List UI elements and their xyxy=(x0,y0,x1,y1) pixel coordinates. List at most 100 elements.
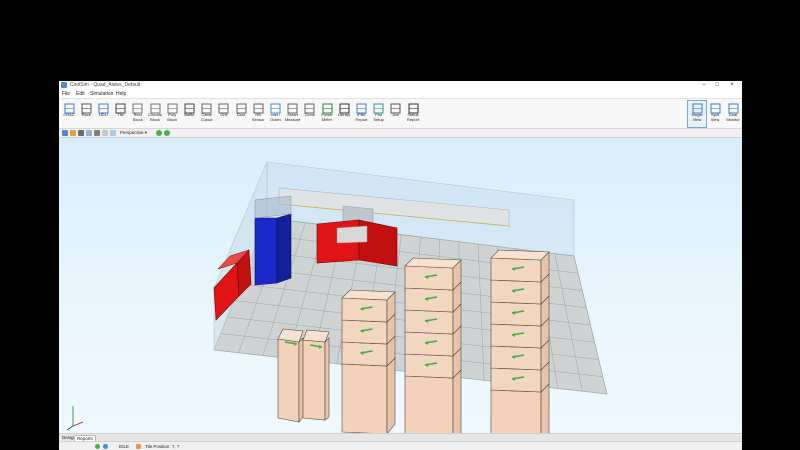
rack-row-4-tier[interactable] xyxy=(490,323,542,349)
toolbar-circular-block-button[interactable]: Circular Block xyxy=(146,101,164,127)
app-window: CoolSim - Quad_Aisles_Default – □ × File… xyxy=(59,81,742,450)
rack-row-3-tier[interactable] xyxy=(404,353,454,379)
menu-help[interactable]: Help xyxy=(116,91,126,97)
zoom-icon[interactable] xyxy=(102,130,108,136)
3d-viewport[interactable] xyxy=(59,138,742,433)
toolbar-plot-setup-button[interactable]: Plot Setup xyxy=(370,101,388,127)
measure-icon xyxy=(287,101,298,114)
toolbar-clone-button[interactable]: Clone xyxy=(301,101,319,127)
maximize-icon[interactable]: □ xyxy=(712,81,722,90)
toolbar-label: HB Sensor xyxy=(251,112,265,122)
open-icon[interactable] xyxy=(70,130,76,136)
ribbon-toolbar: CRAC Rack HDU Tile Rect Block Circular Block P… xyxy=(59,99,742,129)
hdu-duct xyxy=(254,195,292,219)
toolbar-label: Split View xyxy=(710,112,720,122)
toolbar-hdu-button[interactable]: HDU xyxy=(94,101,112,127)
rack-front[interactable] xyxy=(277,338,300,423)
single-view-icon xyxy=(692,101,703,114)
rack-row-2-tier[interactable] xyxy=(341,341,388,367)
rack-row-2-tier[interactable] xyxy=(341,319,388,345)
app-icon xyxy=(61,82,67,88)
view-icon[interactable] xyxy=(86,130,92,136)
rack-row-4-tier[interactable] xyxy=(490,257,542,283)
hdu-unit[interactable] xyxy=(276,213,292,284)
toolbar-label: Dual Monitor xyxy=(726,112,740,122)
rack-row-2-top[interactable] xyxy=(341,289,396,301)
duct-icon xyxy=(236,101,247,114)
hdu-icon xyxy=(98,101,109,114)
rack-row-3-tier[interactable] xyxy=(404,287,454,313)
toolbar-library-button[interactable]: Library xyxy=(335,101,353,127)
toolbar-tile-button[interactable]: Tile xyxy=(112,101,130,127)
toolbar-power-meter-button[interactable]: Power Meter xyxy=(318,101,336,127)
toolbar-rect-block-button[interactable]: Rect Block xyxy=(129,101,147,127)
rack-front[interactable] xyxy=(302,339,326,421)
room-scene[interactable] xyxy=(59,138,742,433)
view-single-view-button[interactable]: Single View xyxy=(687,100,707,128)
toolbar-duct-button[interactable]: Duct xyxy=(232,101,250,127)
library-icon xyxy=(339,101,350,114)
toolbar-label: Power Meter xyxy=(321,112,333,122)
toolbar-inlet-outlet-button[interactable]: Inlet / Outlet xyxy=(266,101,284,127)
toolbar-sensor-button[interactable]: HB Sensor xyxy=(249,101,267,127)
rack-row-4-tier[interactable] xyxy=(490,345,542,371)
rack-row-3-tier[interactable] xyxy=(404,331,454,357)
tile-icon xyxy=(136,444,141,449)
rack-row-3-tier[interactable] xyxy=(404,309,454,335)
report-icon xyxy=(356,101,367,114)
poly-block-icon xyxy=(167,101,178,114)
toolbar-label: CRAC xyxy=(63,112,75,117)
rack-row-3-front[interactable] xyxy=(404,375,454,433)
close-icon[interactable]: × xyxy=(727,81,737,90)
rack-row-4-front[interactable] xyxy=(490,389,542,433)
rack-row-4-top[interactable] xyxy=(490,249,550,261)
grill-icon xyxy=(218,101,229,114)
view-dual-monitor-button[interactable]: Dual Monitor xyxy=(724,101,742,127)
rack-row-4-tier[interactable] xyxy=(490,279,542,305)
toolbar-label: Inlet / Outlet xyxy=(270,112,281,122)
power-meter-icon xyxy=(322,101,333,114)
toolbar-grill-button[interactable]: Grill xyxy=(215,101,233,127)
rack-row-3-tier[interactable] xyxy=(404,265,454,291)
menu-edit[interactable]: Edit xyxy=(76,91,85,97)
cable-cutout-icon xyxy=(201,101,212,114)
toolbar-label: IPBE Report xyxy=(355,112,368,122)
toolbar-rack-button[interactable]: Rack xyxy=(77,101,95,127)
new-icon[interactable] xyxy=(62,130,68,136)
save-icon[interactable] xyxy=(78,130,84,136)
toolbar-poly-block-button[interactable]: Poly Block xyxy=(163,101,181,127)
rotate-right-icon[interactable] xyxy=(164,130,170,136)
rack-top[interactable] xyxy=(302,329,330,343)
title-bar: CoolSim - Quad_Aisles_Default – □ × xyxy=(59,81,742,90)
toolbar-cable-cutout-button[interactable]: Cable Cutout xyxy=(198,101,216,127)
toolbar-label: Library xyxy=(338,112,351,117)
toolbar-label: Status Report xyxy=(406,112,419,122)
toolbar-baffle-button[interactable]: Baffle xyxy=(180,101,198,127)
toolbar-status-report-button[interactable]: Status Report xyxy=(404,101,422,127)
camera-icon[interactable] xyxy=(110,130,116,136)
menu-simulation[interactable]: Simulation xyxy=(90,91,113,97)
rack-row-2-side[interactable] xyxy=(386,357,396,433)
toolbar-label: Poly Block xyxy=(167,112,178,122)
rack-side[interactable] xyxy=(298,337,304,423)
projection-select[interactable]: Perspective ▾ xyxy=(120,130,147,136)
rack-row-2-front[interactable] xyxy=(341,363,388,433)
rack-row-4-tier[interactable] xyxy=(490,367,542,393)
toolbar-report-button[interactable]: IPBE Report xyxy=(352,101,370,127)
menu-file[interactable]: File xyxy=(62,91,70,97)
rack-side[interactable] xyxy=(324,337,330,421)
rack-row-2-tier[interactable] xyxy=(341,297,388,323)
rack-row-3-top[interactable] xyxy=(404,257,462,269)
rack-row-4-tier[interactable] xyxy=(490,301,542,327)
hdu-unit[interactable] xyxy=(254,217,278,286)
view-split-view-button[interactable]: Split View xyxy=(706,101,724,127)
quick-toolbar: Perspective ▾ xyxy=(59,129,742,138)
toolbar-crac-button[interactable]: CRAC xyxy=(60,101,78,127)
rack-row-3-side[interactable] xyxy=(452,369,462,433)
rotate-left-icon[interactable] xyxy=(156,130,162,136)
toolbar-axe-button[interactable]: Axe xyxy=(387,101,405,127)
minimize-icon[interactable]: – xyxy=(699,81,709,90)
rack-row-4-side[interactable] xyxy=(540,383,550,433)
toolbar-measure-button[interactable]: Smart Measure xyxy=(284,101,302,127)
fit-icon[interactable] xyxy=(94,130,100,136)
